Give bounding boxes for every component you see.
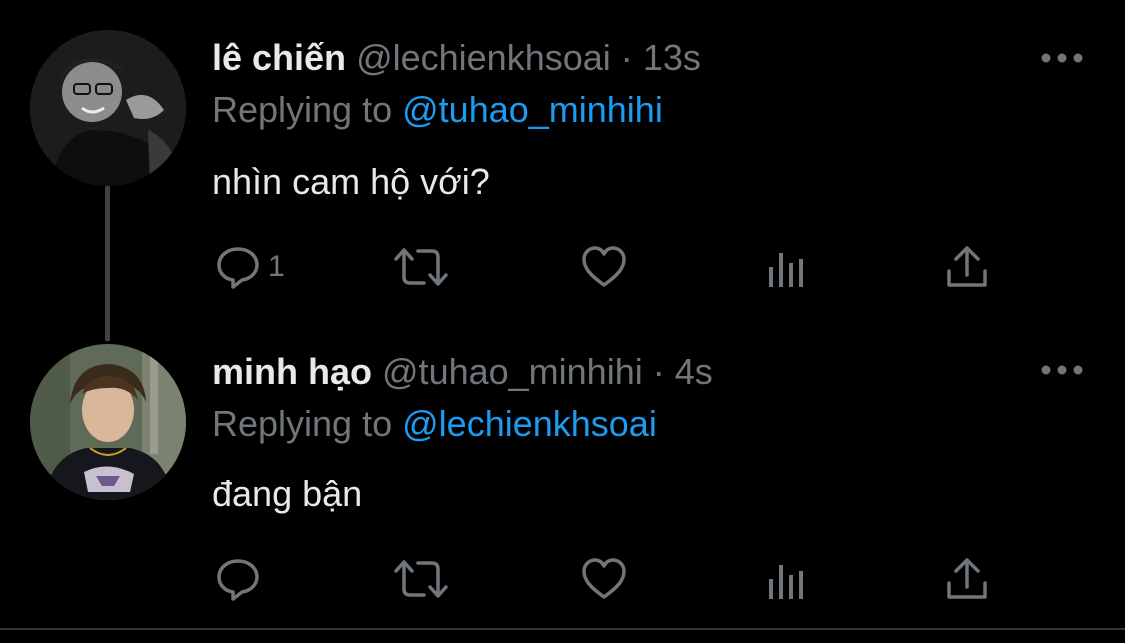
replying-to: Replying to @lechienkhsoai [212,402,657,446]
timestamp[interactable]: 4s [675,351,713,392]
analytics-icon [769,565,803,599]
separator: · [620,37,633,78]
action-bar: 1 [0,242,1125,292]
tweet-1[interactable]: lê chiến @lechienkhsoai · 13s Replying t… [0,0,1125,320]
timestamp[interactable]: 13s [643,37,701,78]
replying-to: Replying to @tuhao_minhihi [212,88,663,132]
reply-icon [217,559,259,601]
tweet-2[interactable]: minh hạo @tuhao_minhihi · 4s Replying to… [0,320,1125,628]
separator: · [652,351,665,392]
like-icon [582,558,626,599]
avatar[interactable] [30,30,186,186]
like-button[interactable] [580,242,628,292]
display-name[interactable]: minh hạo [212,351,372,392]
analytics-button[interactable] [766,242,808,292]
tweet-header: minh hạo @tuhao_minhihi · 4s [212,350,713,394]
replying-label: Replying to [212,89,393,130]
share-icon [947,558,987,599]
avatar[interactable] [30,344,186,500]
retweet-icon [394,248,448,286]
tweet-text: đang bận [212,473,363,514]
tweet-text: nhìn cam hộ với? [212,161,490,202]
replying-label: Replying to [212,403,393,444]
divider [0,628,1125,630]
share-icon [947,246,987,287]
display-name[interactable]: lê chiến [212,37,346,78]
user-handle[interactable]: @lechienkhsoai [356,37,611,78]
like-button[interactable] [580,554,628,604]
like-icon [582,246,626,287]
tweet-header: lê chiến @lechienkhsoai · 13s [212,36,701,80]
replying-to-handle[interactable]: @tuhao_minhihi [402,89,663,130]
analytics-button[interactable] [766,554,808,604]
more-icon[interactable] [1040,52,1084,64]
share-button[interactable] [944,554,990,604]
retweet-button[interactable] [392,554,450,604]
reply-button[interactable] [214,554,268,604]
reply-button[interactable]: 1 [214,242,285,292]
more-icon[interactable] [1040,364,1084,376]
retweet-button[interactable] [392,242,450,292]
retweet-icon [394,560,448,598]
analytics-icon [769,253,803,287]
reply-icon [217,247,259,289]
reply-count: 1 [268,250,285,283]
user-handle[interactable]: @tuhao_minhihi [382,351,643,392]
share-button[interactable] [944,242,990,292]
replying-to-handle[interactable]: @lechienkhsoai [402,403,657,444]
action-bar [0,554,1125,604]
